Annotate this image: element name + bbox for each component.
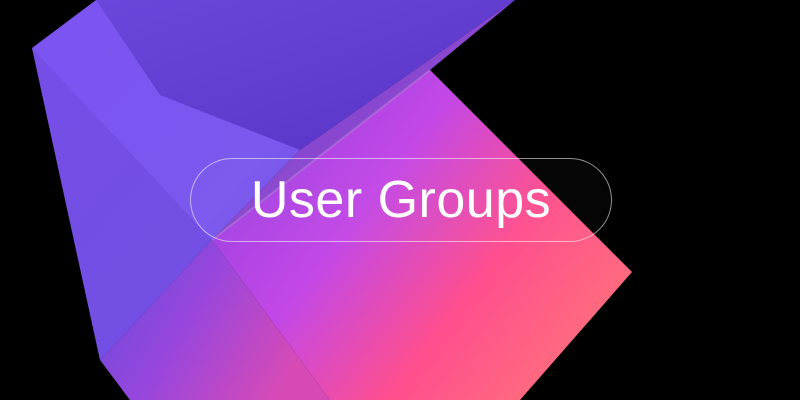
banner-title: User Groups (250, 171, 552, 229)
title-pill: User Groups (190, 158, 612, 242)
banner: User Groups (0, 0, 800, 400)
